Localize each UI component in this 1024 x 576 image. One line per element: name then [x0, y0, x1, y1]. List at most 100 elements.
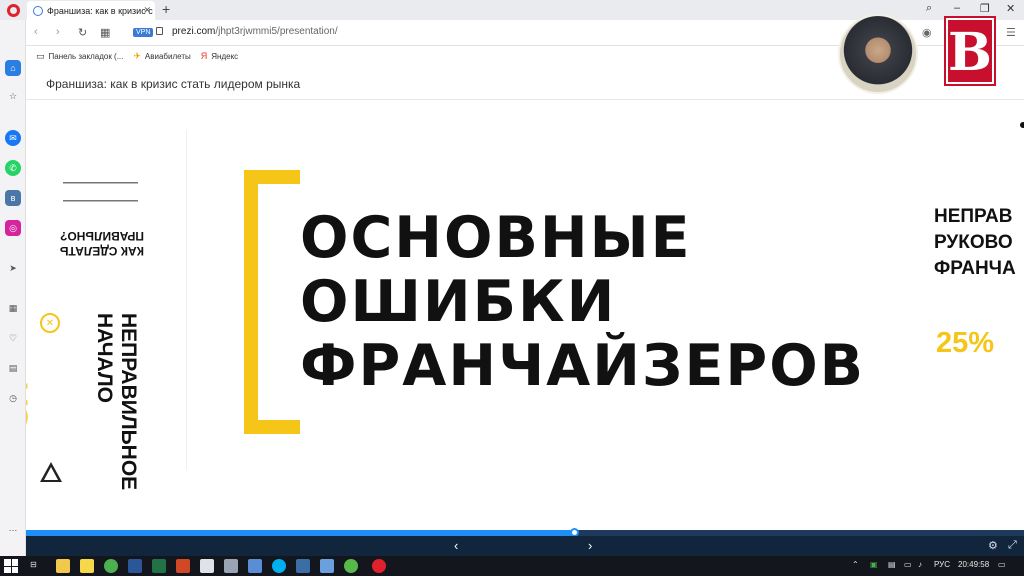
- language-indicator[interactable]: РУС: [934, 560, 950, 569]
- opera-logo-icon: [6, 3, 20, 17]
- title-line: ОСНОВНЫЕ: [300, 205, 692, 271]
- explorer-icon[interactable]: [56, 559, 70, 573]
- bracket-notch-shape: [282, 170, 300, 184]
- x-circle-icon: ✕: [40, 313, 60, 333]
- bookmark-yandex[interactable]: Я Яндекс: [201, 51, 238, 61]
- percent-stat: 25%: [936, 327, 995, 359]
- task-view-icon[interactable]: ⊟: [30, 560, 37, 569]
- minimize-button[interactable]: –: [954, 2, 960, 14]
- new-tab-button[interactable]: +: [162, 1, 170, 17]
- speed-dial-icon[interactable]: ☆: [5, 88, 21, 104]
- presentation-title: Франшиза: как в кризис стать лидером рын…: [46, 77, 301, 91]
- calculator-icon[interactable]: [200, 559, 214, 573]
- presentation-slide[interactable]: ОСНОВНЫЕ ОШИБКИ ФРАНЧАЙЗЕРОВ КАК СДЕЛАТЬ…: [26, 100, 1024, 530]
- heart-icon[interactable]: ♡: [5, 330, 21, 346]
- slide-divider: [186, 130, 187, 470]
- notifications-icon[interactable]: ▭: [998, 560, 1006, 569]
- small-rotated-text: ▬▬▬▬▬▬▬▬▬▬▬▬▬▬▬: [63, 198, 138, 204]
- chrome-icon[interactable]: [104, 559, 118, 573]
- bookmark-label: Яндекс: [211, 51, 239, 61]
- question-line: КАК СДЕЛАТЬ: [59, 244, 144, 258]
- heading-line: НАЧАЛО: [93, 313, 116, 403]
- bookmark-avia[interactable]: ✈ Авиабилеты: [133, 51, 190, 62]
- rotated-heading: НЕПРАВИЛЬНОЕ НАЧАЛО: [92, 313, 140, 490]
- app-icon[interactable]: [224, 559, 238, 573]
- lock-icon[interactable]: [156, 27, 163, 35]
- forward-button[interactable]: ›: [56, 26, 60, 38]
- vpn-badge[interactable]: VPN: [133, 28, 154, 37]
- search-icon[interactable]: ⌕: [926, 2, 932, 15]
- dot-shape: [1020, 122, 1024, 128]
- triangle-icon: [40, 462, 62, 482]
- question-line: ПРАВИЛЬНО?: [60, 229, 144, 243]
- excel-icon[interactable]: [152, 559, 166, 573]
- tab-title: Франшиза: как в кризис с: [47, 5, 153, 16]
- sticky-notes-icon[interactable]: [80, 559, 94, 573]
- yandex-icon: Я: [200, 51, 208, 61]
- right-line: ФРАНЧА: [934, 258, 1016, 279]
- more-icon[interactable]: …: [5, 520, 21, 536]
- whatsapp-icon[interactable]: ✆: [5, 160, 21, 176]
- bookmark-label: Авиабилеты: [144, 51, 191, 61]
- home-icon[interactable]: ⌂: [5, 60, 21, 76]
- next-slide-button[interactable]: ›: [588, 538, 592, 553]
- easy-setup-icon[interactable]: ☰: [1006, 26, 1016, 39]
- vs-label: VS: [26, 383, 34, 429]
- opera-sidebar: ⌂ ☆ ✉ ✆ в ◎ ➤ ▦ ♡ ▤ ◷ …: [0, 20, 26, 556]
- plane-icon: ✈: [133, 50, 141, 61]
- tray-chevron-icon[interactable]: ⌃: [852, 560, 859, 569]
- messenger-icon[interactable]: ✉: [5, 130, 21, 146]
- send-icon[interactable]: ➤: [5, 260, 21, 276]
- yellow-bracket-shape: [244, 170, 300, 434]
- skype-icon[interactable]: [272, 559, 286, 573]
- app-icon[interactable]: [320, 559, 334, 573]
- windows-taskbar: ⊟ ⌃ ▣ ▤ ▭ ♪ РУС 20:49:58 ▭: [0, 556, 1024, 576]
- title-line: ФРАНЧАЙЗЕРОВ: [300, 333, 866, 399]
- url-domain: prezi.com: [172, 26, 216, 37]
- instagram-icon[interactable]: ◎: [5, 220, 21, 236]
- restore-button[interactable]: ❐: [980, 2, 990, 15]
- tray-icon[interactable]: ▤: [888, 560, 896, 569]
- tray-app-icon[interactable]: ▣: [870, 560, 878, 569]
- right-line: РУКОВО: [934, 232, 1013, 253]
- small-rotated-text: ▬▬▬▬▬▬▬▬▬▬▬▬▬▬▬: [63, 180, 138, 186]
- apps-icon[interactable]: ▦: [5, 300, 21, 316]
- word-icon[interactable]: [128, 559, 142, 573]
- history-icon[interactable]: ◷: [5, 390, 21, 406]
- news-icon[interactable]: ▤: [5, 360, 21, 376]
- url-field[interactable]: prezi.com/jhpt3rjwmmi5/presentation/: [172, 26, 338, 37]
- vk-icon[interactable]: в: [5, 190, 21, 206]
- webcam-overlay: [838, 14, 918, 94]
- reload-button[interactable]: ↻: [78, 26, 87, 39]
- title-line: ОШИБКИ: [300, 269, 617, 335]
- tab-active[interactable]: Франшиза: как в кризис с ✕: [27, 1, 155, 20]
- fullscreen-icon[interactable]: ⤢: [1008, 539, 1017, 552]
- folder-icon: ▭: [36, 50, 45, 61]
- volume-icon[interactable]: ♪: [918, 560, 922, 569]
- globe-icon: [33, 5, 43, 16]
- close-tab-icon[interactable]: ✕: [143, 5, 151, 16]
- prev-slide-button[interactable]: ‹: [454, 538, 458, 553]
- right-line: НЕПРАВ: [934, 206, 1013, 227]
- monitor-icon[interactable]: [248, 559, 262, 573]
- start-button[interactable]: [4, 559, 18, 573]
- bookmark-panel[interactable]: ▭ Панель закладок (...: [36, 51, 123, 62]
- close-window-button[interactable]: ✕: [1006, 2, 1015, 15]
- bookmarks-bar: ▭ Панель закладок (... ✈ Авиабилеты Я Яндек…: [26, 46, 826, 66]
- right-heading: НЕПРАВ РУКОВО ФРАНЧА: [934, 204, 1016, 282]
- network-icon[interactable]: ▭: [904, 560, 912, 569]
- settings-icon[interactable]: ⚙: [988, 539, 998, 552]
- rotated-question: КАК СДЕЛАТЬ ПРАВИЛЬНО?: [60, 228, 144, 258]
- tabs-grid-icon[interactable]: ▦: [100, 26, 110, 39]
- app-icon[interactable]: [344, 559, 358, 573]
- opera-taskbar-icon[interactable]: [372, 559, 386, 573]
- url-path: /jhpt3rjwmmi5/presentation/: [215, 26, 338, 37]
- clock[interactable]: 20:49:58: [958, 560, 989, 569]
- app-icon[interactable]: [296, 559, 310, 573]
- bookmark-label: Панель закладок (...: [48, 51, 124, 61]
- pdf-icon[interactable]: [176, 559, 190, 573]
- slide-title: ОСНОВНЫЕ ОШИБКИ ФРАНЧАЙЗЕРОВ: [300, 206, 865, 398]
- back-button[interactable]: ‹: [34, 26, 38, 38]
- opera-menu-button[interactable]: [0, 0, 26, 20]
- camera-icon[interactable]: ◉: [922, 26, 932, 39]
